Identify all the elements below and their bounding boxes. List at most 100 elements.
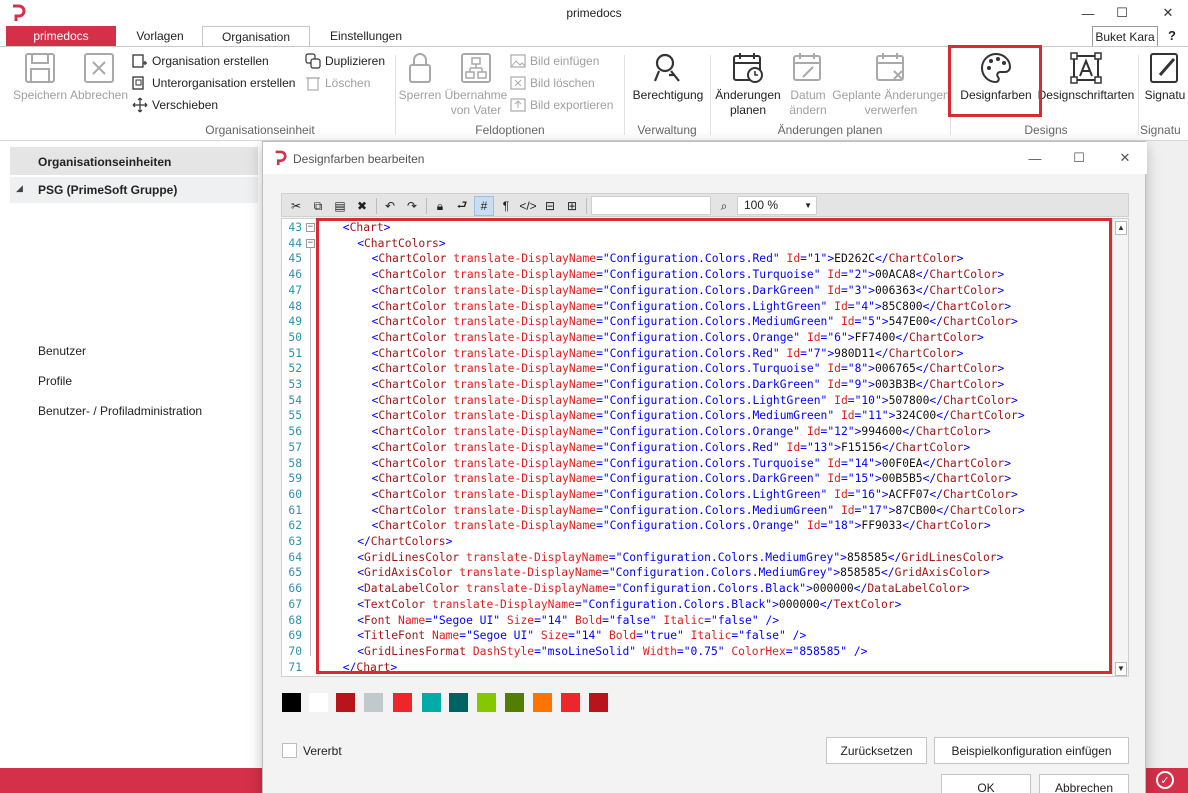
insert-sample-config-button[interactable]: Beispielkonfiguration einfügen: [934, 737, 1129, 764]
search-icon[interactable]: ⌕: [714, 196, 734, 216]
color-swatch[interactable]: [477, 693, 496, 712]
color-swatch[interactable]: [561, 693, 580, 712]
tree-item-root[interactable]: ◢ PSG (PrimeSoft Gruppe): [10, 177, 258, 203]
inherited-checkbox[interactable]: [282, 743, 297, 758]
collapse-all-icon[interactable]: ⊟: [540, 196, 560, 216]
color-swatch[interactable]: [505, 693, 524, 712]
delete-image-button[interactable]: Bild löschen: [510, 73, 595, 93]
line-number: 45: [288, 252, 302, 266]
export-image-button[interactable]: Bild exportieren: [510, 95, 613, 115]
move-icon: [132, 97, 148, 113]
line-number: 60: [288, 487, 302, 501]
discard-planned-changes-button[interactable]: Geplante Änderungen verwerfen: [832, 51, 950, 118]
create-suborganisation-button[interactable]: Unterorganisation erstellen: [132, 73, 295, 93]
color-swatch[interactable]: [393, 693, 412, 712]
key-user-icon: [653, 53, 680, 82]
reset-button[interactable]: Zurücksetzen: [826, 737, 927, 764]
suborg-add-icon: [132, 76, 144, 90]
create-organisation-button[interactable]: Organisation erstellen: [132, 51, 269, 71]
save-button[interactable]: Speichern: [12, 51, 68, 103]
tree-collapse-icon[interactable]: ◢: [16, 183, 23, 194]
ribbon-separator: [624, 55, 625, 135]
duplicate-button[interactable]: Duplizieren: [305, 51, 385, 71]
cut-icon[interactable]: ✂: [286, 196, 306, 216]
move-button[interactable]: Verschieben: [132, 95, 218, 115]
design-colors-highlight: [948, 45, 1042, 117]
image-add-icon: [510, 54, 526, 68]
cancel-ribbon-button[interactable]: Abbrechen: [69, 51, 129, 103]
color-swatch[interactable]: [282, 693, 301, 712]
search-input[interactable]: [591, 196, 711, 215]
delete-icon[interactable]: ✖: [352, 196, 372, 216]
check-circle-icon: ✓: [1156, 771, 1174, 789]
dialog-minimize-button[interactable]: —: [1015, 146, 1055, 170]
line-number: 56: [288, 425, 302, 439]
color-swatch[interactable]: [422, 693, 441, 712]
paste-icon[interactable]: ▤: [330, 196, 350, 216]
color-swatch[interactable]: [589, 693, 608, 712]
dialog-close-button[interactable]: ✕: [1105, 146, 1145, 170]
fold-toggle-icon[interactable]: −: [306, 223, 315, 232]
maximize-button[interactable]: ☐: [1102, 0, 1142, 26]
signature-pen-icon: [1150, 53, 1178, 83]
color-swatch[interactable]: [364, 693, 383, 712]
line-number: 65: [288, 566, 302, 580]
nav-item-profiles[interactable]: Profile: [38, 374, 72, 388]
chevron-down-icon: ▼: [804, 201, 812, 210]
nav-item-users[interactable]: Benutzer: [38, 344, 86, 358]
window-title: primedocs: [566, 6, 622, 20]
delete-button[interactable]: Löschen: [305, 73, 370, 93]
insert-image-button[interactable]: Bild einfügen: [510, 51, 599, 71]
copy-icon[interactable]: ⧉: [308, 196, 328, 216]
color-swatch[interactable]: [309, 693, 328, 712]
lock-icon[interactable]: 🔒︎: [430, 196, 450, 216]
undo-icon[interactable]: ↶: [380, 196, 400, 216]
help-icon[interactable]: ?: [1168, 28, 1176, 43]
change-date-button[interactable]: Datum ändern: [784, 51, 832, 118]
group-label-designs: Designs: [1024, 123, 1068, 137]
color-swatch[interactable]: [336, 693, 355, 712]
group-label-field-options: Feldoptionen: [475, 123, 545, 137]
tab-einstellungen[interactable]: Einstellungen: [314, 26, 418, 46]
primedocs-logo-icon: [275, 150, 287, 165]
line-number: 67: [288, 597, 302, 611]
color-swatch[interactable]: [449, 693, 468, 712]
line-number: 52: [288, 362, 302, 376]
group-label-admin: Verwaltung: [637, 123, 697, 137]
image-delete-icon: [510, 76, 526, 90]
line-number: 48: [288, 299, 302, 313]
wrap-icon[interactable]: ⮐: [452, 196, 472, 216]
zoom-select[interactable]: 100 % ▼: [737, 196, 817, 215]
calendar-edit-icon: [793, 53, 821, 81]
cancel-button[interactable]: Abbrechen: [1039, 774, 1129, 793]
fold-toggle-icon[interactable]: −: [306, 238, 315, 248]
nav-item-profile-admin[interactable]: Benutzer- / Profiladministration: [38, 404, 202, 418]
tab-vorlagen[interactable]: Vorlagen: [120, 26, 200, 46]
line-number: 66: [288, 582, 302, 596]
line-numbers-icon[interactable]: #: [474, 196, 494, 216]
tab-organisation[interactable]: Organisation: [202, 26, 310, 47]
code-icon[interactable]: </>: [518, 196, 538, 216]
line-number: 53: [288, 378, 302, 391]
org-add-icon: [132, 54, 147, 68]
plan-changes-button[interactable]: Änderungen planen: [713, 51, 783, 118]
signature-button[interactable]: Signatu: [1142, 51, 1188, 103]
inherit-from-parent-button[interactable]: Übernahme von Vater: [444, 51, 508, 118]
font-frame-icon: [1070, 52, 1102, 84]
line-number: 49: [288, 315, 302, 329]
dialog-title: Designfarben bearbeiten: [293, 152, 425, 166]
user-name-badge[interactable]: Buket Kara: [1092, 26, 1158, 47]
line-number: 71: [288, 660, 302, 674]
dialog-maximize-button[interactable]: ☐: [1059, 146, 1099, 170]
pilcrow-icon[interactable]: ¶: [496, 196, 516, 216]
redo-icon[interactable]: ↷: [402, 196, 422, 216]
close-window-button[interactable]: ✕: [1148, 0, 1188, 26]
permission-button[interactable]: Berechtigung: [628, 51, 708, 103]
design-fonts-button[interactable]: Designschriftarten: [1036, 51, 1136, 103]
line-number: 50: [288, 330, 302, 344]
lock-button[interactable]: Sperren: [398, 51, 442, 103]
ok-button[interactable]: OK: [941, 774, 1031, 793]
color-swatch[interactable]: [533, 693, 552, 712]
expand-all-icon[interactable]: ⊞: [562, 196, 582, 216]
tab-primedocs[interactable]: primedocs: [6, 26, 116, 46]
